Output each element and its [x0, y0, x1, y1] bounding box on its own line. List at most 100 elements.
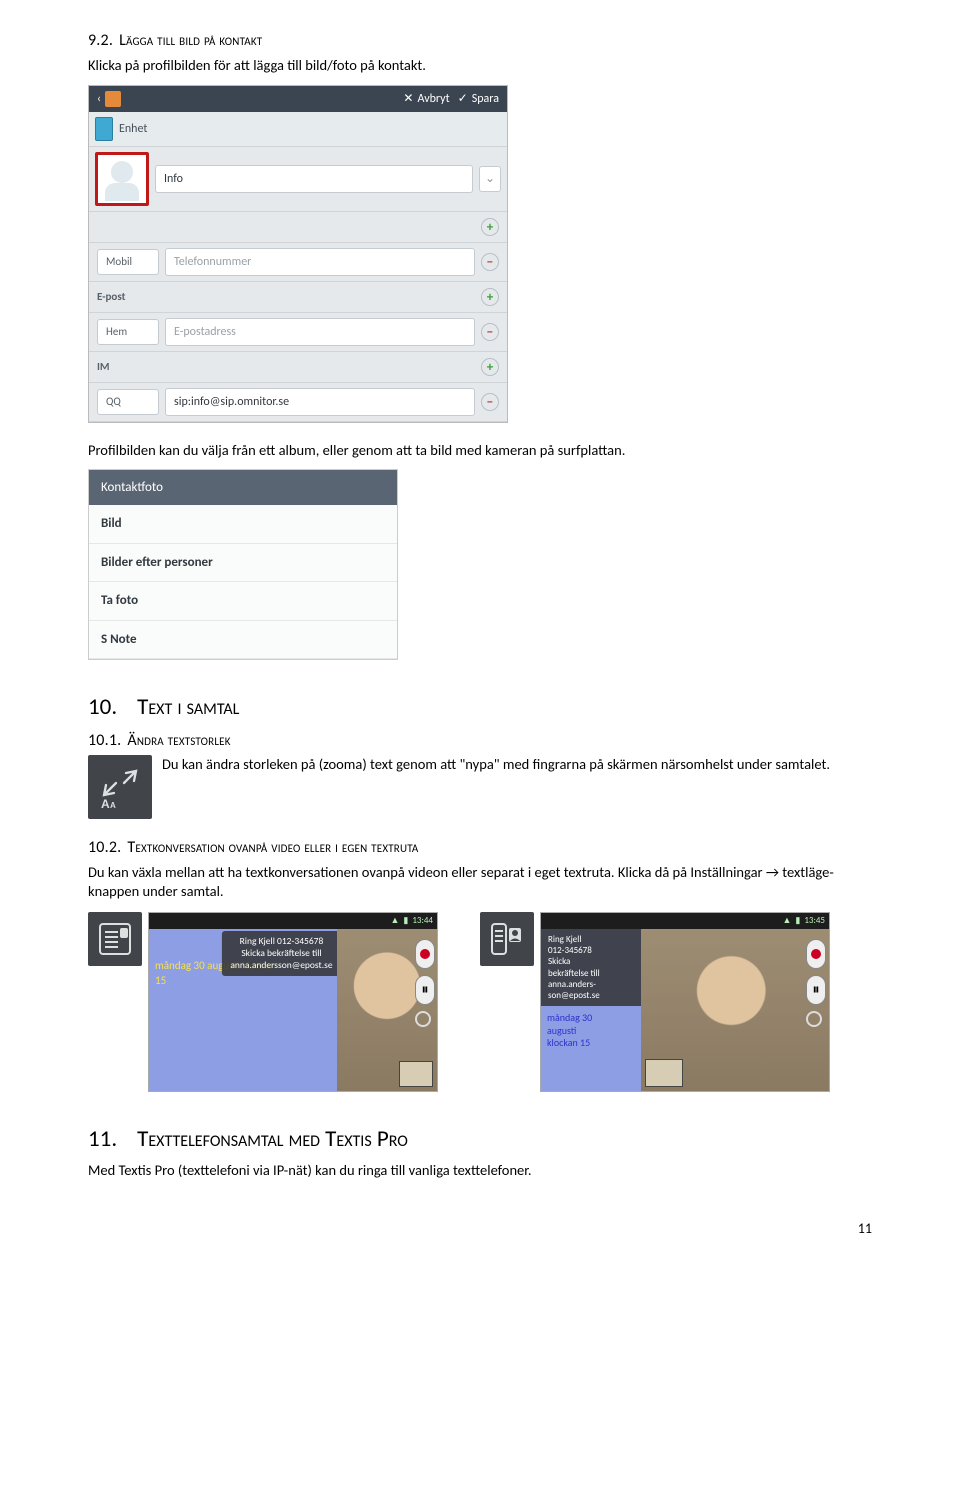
- email-type-select[interactable]: Hem: [97, 319, 159, 345]
- phone-type-label: Mobil: [106, 255, 132, 270]
- heading-11: 11.Texttelefonsamtal med Textis Pro: [88, 1124, 872, 1155]
- record-button[interactable]: [415, 1011, 431, 1027]
- name-value: Info: [164, 171, 183, 187]
- msg: måndag 30 augusti klockan 15: [541, 1012, 641, 1050]
- text-10-2: Du kan växla mellan att ha textkonversat…: [88, 863, 872, 902]
- hangup-button[interactable]: [415, 939, 435, 969]
- tt3: anna.andersson@epost.se: [230, 960, 332, 972]
- device-row[interactable]: Enhet: [89, 112, 507, 147]
- screenshot-call-split: ▲ ▮ 13:45 Ring Kjell 012-345678 Skicka b…: [540, 912, 830, 1092]
- wifi-icon: ▲: [782, 915, 791, 927]
- back-area[interactable]: ‹: [97, 91, 121, 107]
- add-im-icon[interactable]: +: [481, 358, 499, 376]
- phone-type-select[interactable]: Mobil: [97, 249, 159, 275]
- heading-9-2-title: Lägga till bild på kontakt: [119, 31, 262, 50]
- phone-field-row: Mobil Telefonnummer −: [89, 243, 507, 282]
- t4: bekräftelse till: [548, 968, 634, 979]
- battery-icon: ▮: [795, 915, 800, 927]
- email-input[interactable]: E-postadress: [165, 318, 475, 346]
- text-9-2: Klicka på profilbilden för att lägga til…: [88, 56, 872, 76]
- heading-9-2: 9.2. Lägga till bild på kontakt: [88, 30, 872, 52]
- chevron-down-icon[interactable]: ⌄: [479, 166, 501, 192]
- phone-input[interactable]: Telefonnummer: [165, 248, 475, 276]
- hold-button[interactable]: ⏸: [415, 975, 435, 1005]
- save-button[interactable]: ✓ Spara: [458, 91, 499, 107]
- heading-10-2-title: Textkonversation ovanpå video eller i eg…: [127, 838, 418, 857]
- picker-option-personer[interactable]: Bilder efter personer: [89, 544, 397, 583]
- heading-9-2-num: 9.2.: [88, 31, 113, 50]
- email-section-label: E-post: [97, 290, 125, 305]
- heading-10: 10.Text i samtal: [88, 692, 872, 723]
- page-number: 11: [88, 1220, 872, 1239]
- tt2: Skicka bekräftelse till: [230, 948, 332, 960]
- topbar: ‹ ✕ Avbryt ✓ Spara: [89, 86, 507, 112]
- remove-email-icon[interactable]: −: [481, 323, 499, 341]
- text-11: Med Textis Pro (texttelefoni via IP-nät)…: [88, 1161, 872, 1181]
- pip: [399, 1061, 433, 1087]
- hangup-button[interactable]: [806, 939, 826, 969]
- chevron-left-icon: ‹: [97, 91, 101, 107]
- im-type-select[interactable]: QQ: [97, 389, 159, 415]
- check-icon: ✓: [458, 91, 468, 107]
- clock: 13:44: [412, 915, 433, 927]
- email-field-row: Hem E-postadress −: [89, 313, 507, 352]
- picker-option-tafoto[interactable]: Ta foto: [89, 582, 397, 621]
- remove-im-icon[interactable]: −: [481, 393, 499, 411]
- textmode-split-icon: [480, 912, 534, 966]
- record-button[interactable]: [806, 1011, 822, 1027]
- statusbar: ▲ ▮ 13:44: [149, 913, 437, 929]
- heading-10-1-title: Ändra textstorlek: [127, 731, 230, 750]
- person-icon: [105, 91, 121, 107]
- hold-button[interactable]: ⏸: [806, 975, 826, 1005]
- im-header: IM +: [89, 352, 507, 383]
- clock: 13:45: [804, 915, 825, 927]
- phone-placeholder: Telefonnummer: [174, 254, 251, 270]
- im-field-row: QQ sip:info@sip.omnitor.se −: [89, 383, 507, 422]
- name-row: Info ⌄: [89, 147, 507, 212]
- heading-10-2-num: 10.2.: [88, 838, 121, 857]
- im-value: sip:info@sip.omnitor.se: [174, 394, 289, 410]
- m3: klockan 15: [547, 1037, 635, 1050]
- text-9-2b: Profilbilden kan du välja från ett album…: [88, 441, 872, 461]
- avatar-placeholder[interactable]: [95, 152, 149, 206]
- name-input[interactable]: Info: [155, 165, 473, 193]
- add-phone-icon[interactable]: +: [481, 218, 499, 236]
- svg-text:A: A: [110, 801, 116, 809]
- t1: Ring Kjell: [548, 934, 634, 945]
- svg-text:A: A: [101, 797, 110, 809]
- t6: son@epost.se: [548, 990, 634, 1001]
- screenshot-contact-editor: ‹ ✕ Avbryt ✓ Spara Enhet Info ⌄ + Mobil …: [88, 85, 508, 423]
- heading-10-title: Text i samtal: [137, 693, 239, 721]
- save-label: Spara: [472, 91, 499, 107]
- text-pane: Ring Kjell 012-345678 Skicka bekräftelse…: [541, 929, 641, 1091]
- email-placeholder: E-postadress: [174, 324, 236, 340]
- email-type-label: Hem: [106, 325, 127, 340]
- remove-phone-icon[interactable]: −: [481, 253, 499, 271]
- t5: anna.anders-: [548, 979, 634, 990]
- picker-header: Kontaktfoto: [89, 470, 397, 506]
- tooltip: Ring Kjell 012-345678 Skicka bekräftelse…: [222, 931, 340, 977]
- battery-icon: ▮: [403, 915, 408, 927]
- picker-option-bild[interactable]: Bild: [89, 505, 397, 544]
- m1: måndag 30: [547, 1012, 635, 1025]
- im-input[interactable]: sip:info@sip.omnitor.se: [165, 388, 475, 416]
- im-type-label: QQ: [106, 395, 121, 410]
- t3: Skicka: [548, 956, 634, 967]
- close-icon: ✕: [403, 91, 413, 107]
- heading-10-2: 10.2. Textkonversation ovanpå video eller…: [88, 837, 872, 859]
- email-header: E-post +: [89, 282, 507, 313]
- wifi-icon: ▲: [390, 915, 399, 927]
- cancel-button[interactable]: ✕ Avbryt: [403, 91, 449, 107]
- t2: 012-345678: [548, 945, 634, 956]
- phone-header: +: [89, 212, 507, 243]
- call-controls: ⏸: [806, 939, 826, 1027]
- device-label: Enhet: [119, 121, 147, 137]
- text-10-1: Du kan ändra storleken på (zooma) text g…: [162, 755, 872, 775]
- add-email-icon[interactable]: +: [481, 288, 499, 306]
- im-section-label: IM: [97, 360, 110, 375]
- call-controls: ⏸: [415, 939, 435, 1027]
- heading-11-num: 11.: [88, 1125, 117, 1153]
- tooltip: Ring Kjell 012-345678 Skicka bekräftelse…: [541, 929, 641, 1007]
- picker-option-snote[interactable]: S Note: [89, 621, 397, 660]
- textmode-overlay-icon: [88, 912, 142, 966]
